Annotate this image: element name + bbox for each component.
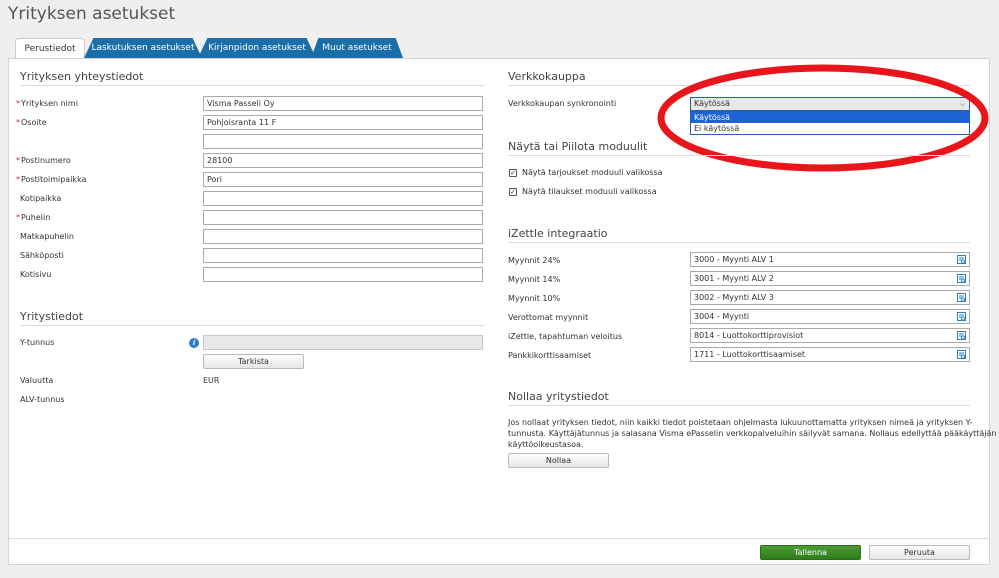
izettle-input-24[interactable]: 3000 - Myynti ALV 1 — [690, 252, 970, 267]
izettle-label-card: Pankkikorttisaamiset — [508, 351, 592, 360]
lookup-icon[interactable] — [957, 255, 967, 265]
mobile-input[interactable] — [203, 229, 483, 244]
postal-code-input[interactable]: 28100 — [203, 153, 483, 168]
modules-label-orders: Näytä tilaukset moduuli valikossa — [522, 187, 657, 196]
currency-value: EUR — [203, 376, 220, 385]
domicile-label: Kotipaikka — [20, 194, 62, 203]
homepage-label: Kotisivu — [20, 270, 52, 279]
post-office-label: *Postitoimipaikka — [16, 175, 87, 184]
reset-description-line2: tunnusta. Käyttäjätunnus ja salasana Vis… — [508, 429, 997, 438]
lookup-icon[interactable] — [957, 274, 967, 284]
required-marker: * — [16, 99, 20, 108]
annotation-ellipse — [657, 64, 989, 172]
required-marker: * — [16, 156, 20, 165]
business-id-input — [203, 335, 483, 350]
izettle-label-taxfree: Verottomat myynnit — [508, 313, 589, 322]
mobile-label: Matkapuhelin — [20, 232, 74, 241]
izettle-label-fee: iZettle, tapahtuman veloitus — [508, 332, 623, 341]
cancel-button[interactable]: Peruuta — [869, 545, 970, 560]
modules-checkbox-orders[interactable]: ✓ — [509, 188, 517, 196]
modules-checkbox-offers[interactable]: ✓ — [509, 169, 517, 177]
reset-button[interactable]: Nollaa — [508, 453, 609, 468]
check-button[interactable]: Tarkista — [203, 354, 304, 369]
reset-description-line3: käyttöoikeustasoa. — [508, 440, 584, 449]
webshop-sync-label: Verkkokaupan synkronointi — [508, 99, 617, 108]
phone-label: *Puhelin — [16, 213, 51, 222]
company-info-section-title: Yritystiedot — [20, 310, 485, 326]
homepage-input[interactable] — [203, 267, 483, 282]
business-id-label: Y-tunnus — [20, 338, 55, 347]
modules-section-title: Näytä tai Piilota moduulit — [508, 140, 970, 156]
modules-label-offers: Näytä tarjoukset moduuli valikossa — [522, 168, 663, 177]
company-name-input[interactable]: Visma Passeli Oy — [203, 96, 483, 111]
address-label: *Osoite — [16, 118, 47, 127]
contact-section-title: Yrityksen yhteystiedot — [20, 70, 485, 86]
tab-laskutuksen-asetukset[interactable]: Laskutuksen asetukset — [84, 38, 202, 58]
izettle-input-10[interactable]: 3002 - Myynti ALV 3 — [690, 290, 970, 305]
izettle-label-10: Myynnit 10% — [508, 294, 561, 303]
page-title: Yrityksen asetukset — [8, 4, 176, 24]
currency-label: Valuutta — [20, 376, 54, 385]
reset-description-line1: Jos nollaat yrityksen tiedot, niin kaikk… — [508, 418, 973, 427]
tab-kirjanpidon-asetukset[interactable]: Kirjanpidon asetukset — [198, 38, 316, 58]
save-button[interactable]: Tallenna — [760, 545, 861, 560]
address2-input[interactable] — [203, 134, 483, 149]
info-icon[interactable]: i — [189, 338, 199, 348]
izettle-section-title: iZettle integraatio — [508, 227, 970, 243]
lookup-icon[interactable] — [957, 312, 967, 322]
postal-code-label: *Postinumero — [16, 156, 71, 165]
phone-input[interactable] — [203, 210, 483, 225]
tab-muut-asetukset[interactable]: Muut asetukset — [311, 38, 403, 58]
izettle-input-card[interactable]: 1711 - Luottokorttisaamiset — [690, 347, 970, 362]
company-name-label: *Yrityksen nimi — [16, 99, 78, 108]
address-input[interactable]: Pohjoisranta 11 F — [203, 115, 483, 130]
vat-id-label: ALV-tunnus — [20, 395, 65, 404]
lookup-icon[interactable] — [957, 293, 967, 303]
izettle-input-taxfree[interactable]: 3004 - Myynti — [690, 309, 970, 324]
email-label: Sähköposti — [20, 251, 64, 260]
required-marker: * — [16, 118, 20, 127]
required-marker: * — [16, 213, 20, 222]
lookup-icon[interactable] — [957, 331, 967, 341]
lookup-icon[interactable] — [957, 350, 967, 360]
footer-divider — [8, 538, 990, 539]
izettle-label-14: Myynnit 14% — [508, 275, 561, 284]
reset-section-title: Nollaa yritystiedot — [508, 390, 970, 406]
email-input[interactable] — [203, 248, 483, 263]
izettle-input-fee[interactable]: 8014 - Luottokorttiprovisiot — [690, 328, 970, 343]
izettle-input-14[interactable]: 3001 - Myynti ALV 2 — [690, 271, 970, 286]
post-office-input[interactable]: Pori — [203, 172, 483, 187]
domicile-input[interactable] — [203, 191, 483, 206]
izettle-label-24: Myynnit 24% — [508, 256, 561, 265]
tab-perustiedot[interactable]: Perustiedot — [15, 38, 85, 59]
required-marker: * — [16, 175, 20, 184]
